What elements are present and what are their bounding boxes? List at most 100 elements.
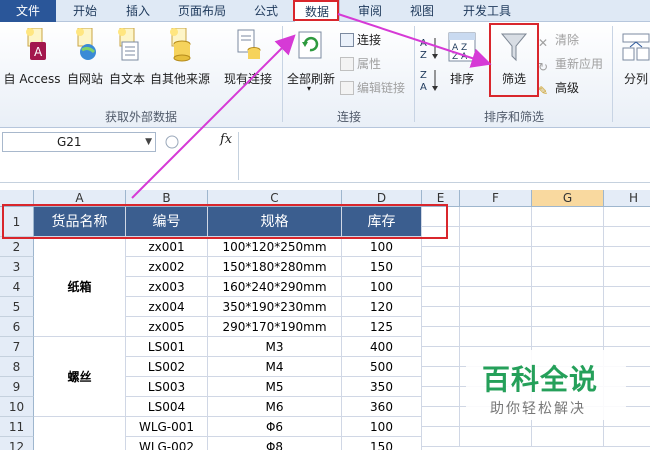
name-box[interactable]: G21 ▼ — [2, 132, 156, 152]
tab-page-layout[interactable]: 页面布局 — [166, 0, 238, 22]
cell[interactable] — [532, 267, 604, 287]
edit-links-button[interactable]: 编辑链接 — [340, 78, 405, 98]
table-cell[interactable]: Φ6 — [208, 417, 342, 437]
cell[interactable] — [604, 227, 650, 247]
table-cell[interactable]: 100 — [342, 237, 422, 257]
cell[interactable] — [604, 267, 650, 287]
cell[interactable] — [532, 247, 604, 267]
cell[interactable] — [532, 327, 604, 347]
table-cell[interactable]: 350 — [342, 377, 422, 397]
table-cell[interactable]: zx004 — [126, 297, 208, 317]
header-cell[interactable]: 货品名称 — [34, 207, 126, 237]
table-cell[interactable]: LS004 — [126, 397, 208, 417]
sort-descending-button[interactable]: Z A — [420, 68, 440, 93]
table-cell[interactable]: 360 — [342, 397, 422, 417]
from-web-button[interactable]: 自网站 — [62, 26, 108, 88]
from-access-button[interactable]: A 自 Access — [2, 26, 62, 88]
tab-formulas[interactable]: 公式 — [240, 0, 292, 22]
row-header-9[interactable]: 9 — [0, 377, 34, 397]
row-header-10[interactable]: 10 — [0, 397, 34, 417]
row-header-3[interactable]: 3 — [0, 257, 34, 277]
cell[interactable] — [422, 287, 460, 307]
tab-insert[interactable]: 插入 — [112, 0, 164, 22]
column-header-c[interactable]: C — [208, 190, 342, 207]
tab-view[interactable]: 视图 — [396, 0, 448, 22]
table-cell[interactable]: LS002 — [126, 357, 208, 377]
table-cell[interactable]: 125 — [342, 317, 422, 337]
table-cell[interactable]: 160*240*290mm — [208, 277, 342, 297]
table-cell[interactable]: zx005 — [126, 317, 208, 337]
advanced-button[interactable]: ✎ 高级 — [538, 78, 579, 98]
table-cell[interactable]: 350*190*230mm — [208, 297, 342, 317]
table-cell[interactable]: 100*120*250mm — [208, 237, 342, 257]
table-cell[interactable]: 100 — [342, 417, 422, 437]
filter-button[interactable]: 筛选 — [490, 26, 538, 98]
cell[interactable] — [604, 307, 650, 327]
column-header-e[interactable]: E — [422, 190, 460, 207]
table-cell[interactable]: 400 — [342, 337, 422, 357]
cell[interactable] — [460, 327, 532, 347]
table-cell[interactable]: Φ8 — [208, 437, 342, 450]
tab-file[interactable]: 文件 — [0, 0, 56, 22]
group-label-cell[interactable]: 纸箱 — [34, 237, 126, 337]
table-cell[interactable]: 100 — [342, 277, 422, 297]
cell[interactable] — [422, 267, 460, 287]
column-header-g[interactable]: G — [532, 190, 604, 207]
cell[interactable] — [422, 427, 460, 447]
table-cell[interactable]: 150*180*280mm — [208, 257, 342, 277]
column-header-f[interactable]: F — [460, 190, 532, 207]
header-cell[interactable]: 规格 — [208, 207, 342, 237]
cell[interactable] — [532, 307, 604, 327]
tab-review[interactable]: 审阅 — [344, 0, 396, 22]
formula-input[interactable] — [238, 132, 650, 180]
cell[interactable] — [460, 287, 532, 307]
cell[interactable] — [460, 227, 532, 247]
table-cell[interactable]: 500 — [342, 357, 422, 377]
cell[interactable] — [604, 247, 650, 267]
row-header-7[interactable]: 7 — [0, 337, 34, 357]
row-header-4[interactable]: 4 — [0, 277, 34, 297]
cell[interactable] — [460, 267, 532, 287]
clear-button[interactable]: ✕ 清除 — [538, 30, 579, 50]
header-cell[interactable]: 编号 — [126, 207, 208, 237]
cell[interactable] — [422, 307, 460, 327]
table-cell[interactable]: 290*170*190mm — [208, 317, 342, 337]
column-header-d[interactable]: D — [342, 190, 422, 207]
cell[interactable] — [532, 427, 604, 447]
cell[interactable] — [422, 347, 460, 367]
cell[interactable] — [422, 227, 460, 247]
cell[interactable] — [604, 287, 650, 307]
table-cell[interactable]: 150 — [342, 257, 422, 277]
cell[interactable] — [604, 327, 650, 347]
connections-button[interactable]: 连接 — [340, 30, 381, 50]
select-all-corner[interactable] — [0, 190, 34, 207]
cell[interactable] — [422, 247, 460, 267]
text-to-columns-button[interactable]: 分列 — [616, 26, 650, 88]
cell[interactable] — [460, 207, 532, 227]
table-cell[interactable]: M5 — [208, 377, 342, 397]
table-cell[interactable]: 120 — [342, 297, 422, 317]
cell[interactable] — [532, 287, 604, 307]
row-header-2[interactable]: 2 — [0, 237, 34, 257]
cell[interactable] — [422, 207, 460, 227]
cell[interactable] — [604, 207, 650, 227]
row-header-6[interactable]: 6 — [0, 317, 34, 337]
row-header-8[interactable]: 8 — [0, 357, 34, 377]
cell[interactable] — [532, 207, 604, 227]
header-cell[interactable]: 库存 — [342, 207, 422, 237]
table-cell[interactable]: zx001 — [126, 237, 208, 257]
table-cell[interactable]: LS003 — [126, 377, 208, 397]
refresh-all-button[interactable]: 全部刷新 ▾ — [285, 26, 337, 98]
cell[interactable] — [460, 307, 532, 327]
table-cell[interactable]: M6 — [208, 397, 342, 417]
cell[interactable] — [460, 247, 532, 267]
table-cell[interactable]: WLG-001 — [126, 417, 208, 437]
sort-ascending-button[interactable]: A Z — [420, 36, 440, 61]
row-header-11[interactable]: 11 — [0, 417, 34, 437]
from-other-sources-button[interactable]: 自其他来源 — [148, 26, 212, 88]
from-text-button[interactable]: 自文本 — [106, 26, 148, 88]
expand-handle-icon[interactable] — [160, 132, 184, 152]
properties-button[interactable]: 属性 — [340, 54, 381, 74]
cell[interactable] — [422, 387, 460, 407]
insert-function-icon[interactable]: fx — [220, 132, 232, 147]
